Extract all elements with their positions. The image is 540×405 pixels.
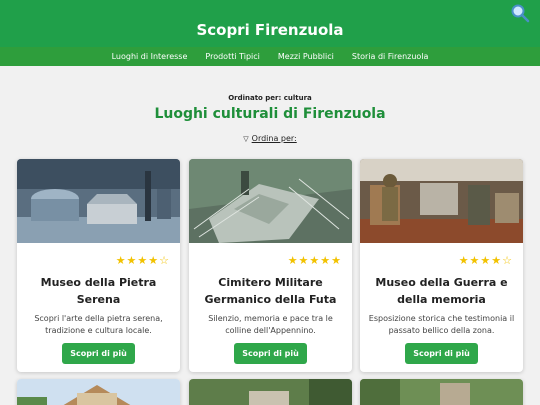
place-card-partial [360,379,523,405]
place-card-partial [189,379,352,405]
place-card: ★★★★☆ Museo della Pietra Serena Scopri l… [17,159,180,372]
rating-stars: ★★★★☆ [458,254,513,267]
rating-stars: ★★★★☆ [115,254,170,267]
nav-item-luoghi[interactable]: Luoghi di Interesse [112,47,188,66]
card-title: Museo della Pietra Serena [40,276,157,306]
discover-button[interactable]: Scopri di più [405,343,478,364]
order-label: Ordina per: [251,134,297,143]
card-image [17,159,180,243]
card-image [360,379,523,405]
nav-item-prodotti[interactable]: Prodotti Tipici [205,47,260,66]
search-icon[interactable] [509,3,531,23]
card-title: Cimitero Militare Germanico della Futa [204,276,337,306]
triangle-down-icon: ▽ [243,135,249,143]
card-description: Scopri l'arte della pietra serena, tradi… [34,314,163,335]
card-title: Museo della Guerra e della memoria [375,276,508,306]
order-toggle[interactable]: ▽ Ordina per: [0,134,540,144]
place-card: ★★★★★ Cimitero Militare Germanico della … [189,159,352,372]
page-title: Luoghi culturali di Firenzuola [154,106,386,122]
main-nav: Luoghi di Interesse Prodotti Tipici Mezz… [0,47,540,66]
card-description: Esposizione storica che testimonia il pa… [368,314,515,335]
card-image [189,159,352,243]
app-title: Scopri Firenzuola [196,21,344,39]
card-description: Silenzio, memoria e pace tra le colline … [208,314,333,335]
nav-item-storia[interactable]: Storia di Firenzuola [352,47,429,66]
sort-status: Ordinato per: cultura [228,94,312,102]
place-card: ★★★★☆ Museo della Guerra e della memoria… [360,159,523,372]
app-header: Scopri Firenzuola [0,0,540,47]
card-image [17,379,180,405]
place-card-partial [17,379,180,405]
discover-button[interactable]: Scopri di più [234,343,307,364]
discover-button[interactable]: Scopri di più [62,343,135,364]
card-image [189,379,352,405]
nav-item-mezzi[interactable]: Mezzi Pubblici [278,47,334,66]
card-image [360,159,523,243]
rating-stars: ★★★★★ [287,254,342,267]
